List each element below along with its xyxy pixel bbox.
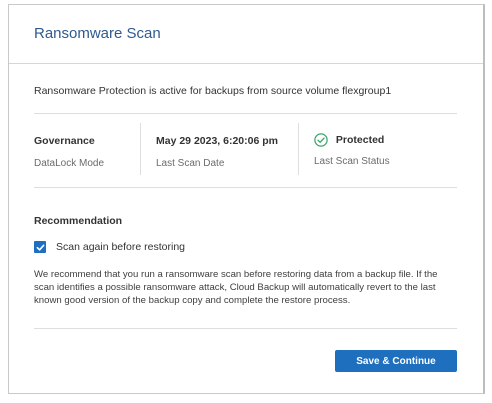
last-scan-date-value: May 29 2023, 6:20:06 pm	[156, 135, 278, 147]
dialog-title: Ransomware Scan	[34, 25, 161, 42]
checkmark-icon	[36, 244, 44, 251]
dialog-header: Ransomware Scan	[9, 5, 483, 64]
column-divider	[298, 123, 299, 175]
divider	[34, 328, 457, 329]
scan-status-column: Protected Last Scan Status	[314, 133, 390, 167]
protection-status-text: Ransomware Protection is active for back…	[34, 85, 392, 97]
recommendation-description: We recommend that you run a ransomware s…	[34, 269, 438, 306]
divider	[34, 113, 457, 114]
last-scan-date-label: Last Scan Date	[156, 158, 225, 169]
save-continue-button[interactable]: Save & Continue	[335, 350, 457, 372]
governance-column: Governance DataLock Mode	[34, 135, 104, 169]
recommendation-title: Recommendation	[34, 215, 123, 227]
scan-status-label: Last Scan Status	[314, 156, 390, 167]
scan-status-value: Protected	[335, 133, 385, 146]
scan-again-option[interactable]: Scan again before restoring	[34, 241, 185, 253]
scan-again-label[interactable]: Scan again before restoring	[56, 241, 185, 253]
scan-status-value-row: Protected	[314, 133, 390, 147]
column-divider	[140, 123, 141, 175]
scan-again-checkbox[interactable]	[34, 241, 46, 253]
last-scan-column: May 29 2023, 6:20:06 pm Last Scan Date	[156, 135, 278, 169]
check-circle-icon	[314, 133, 328, 147]
ransomware-scan-dialog: Ransomware Scan Ransomware Protection is…	[8, 4, 485, 394]
divider	[34, 187, 457, 188]
governance-value: Governance	[34, 135, 95, 147]
governance-label: DataLock Mode	[34, 158, 105, 169]
